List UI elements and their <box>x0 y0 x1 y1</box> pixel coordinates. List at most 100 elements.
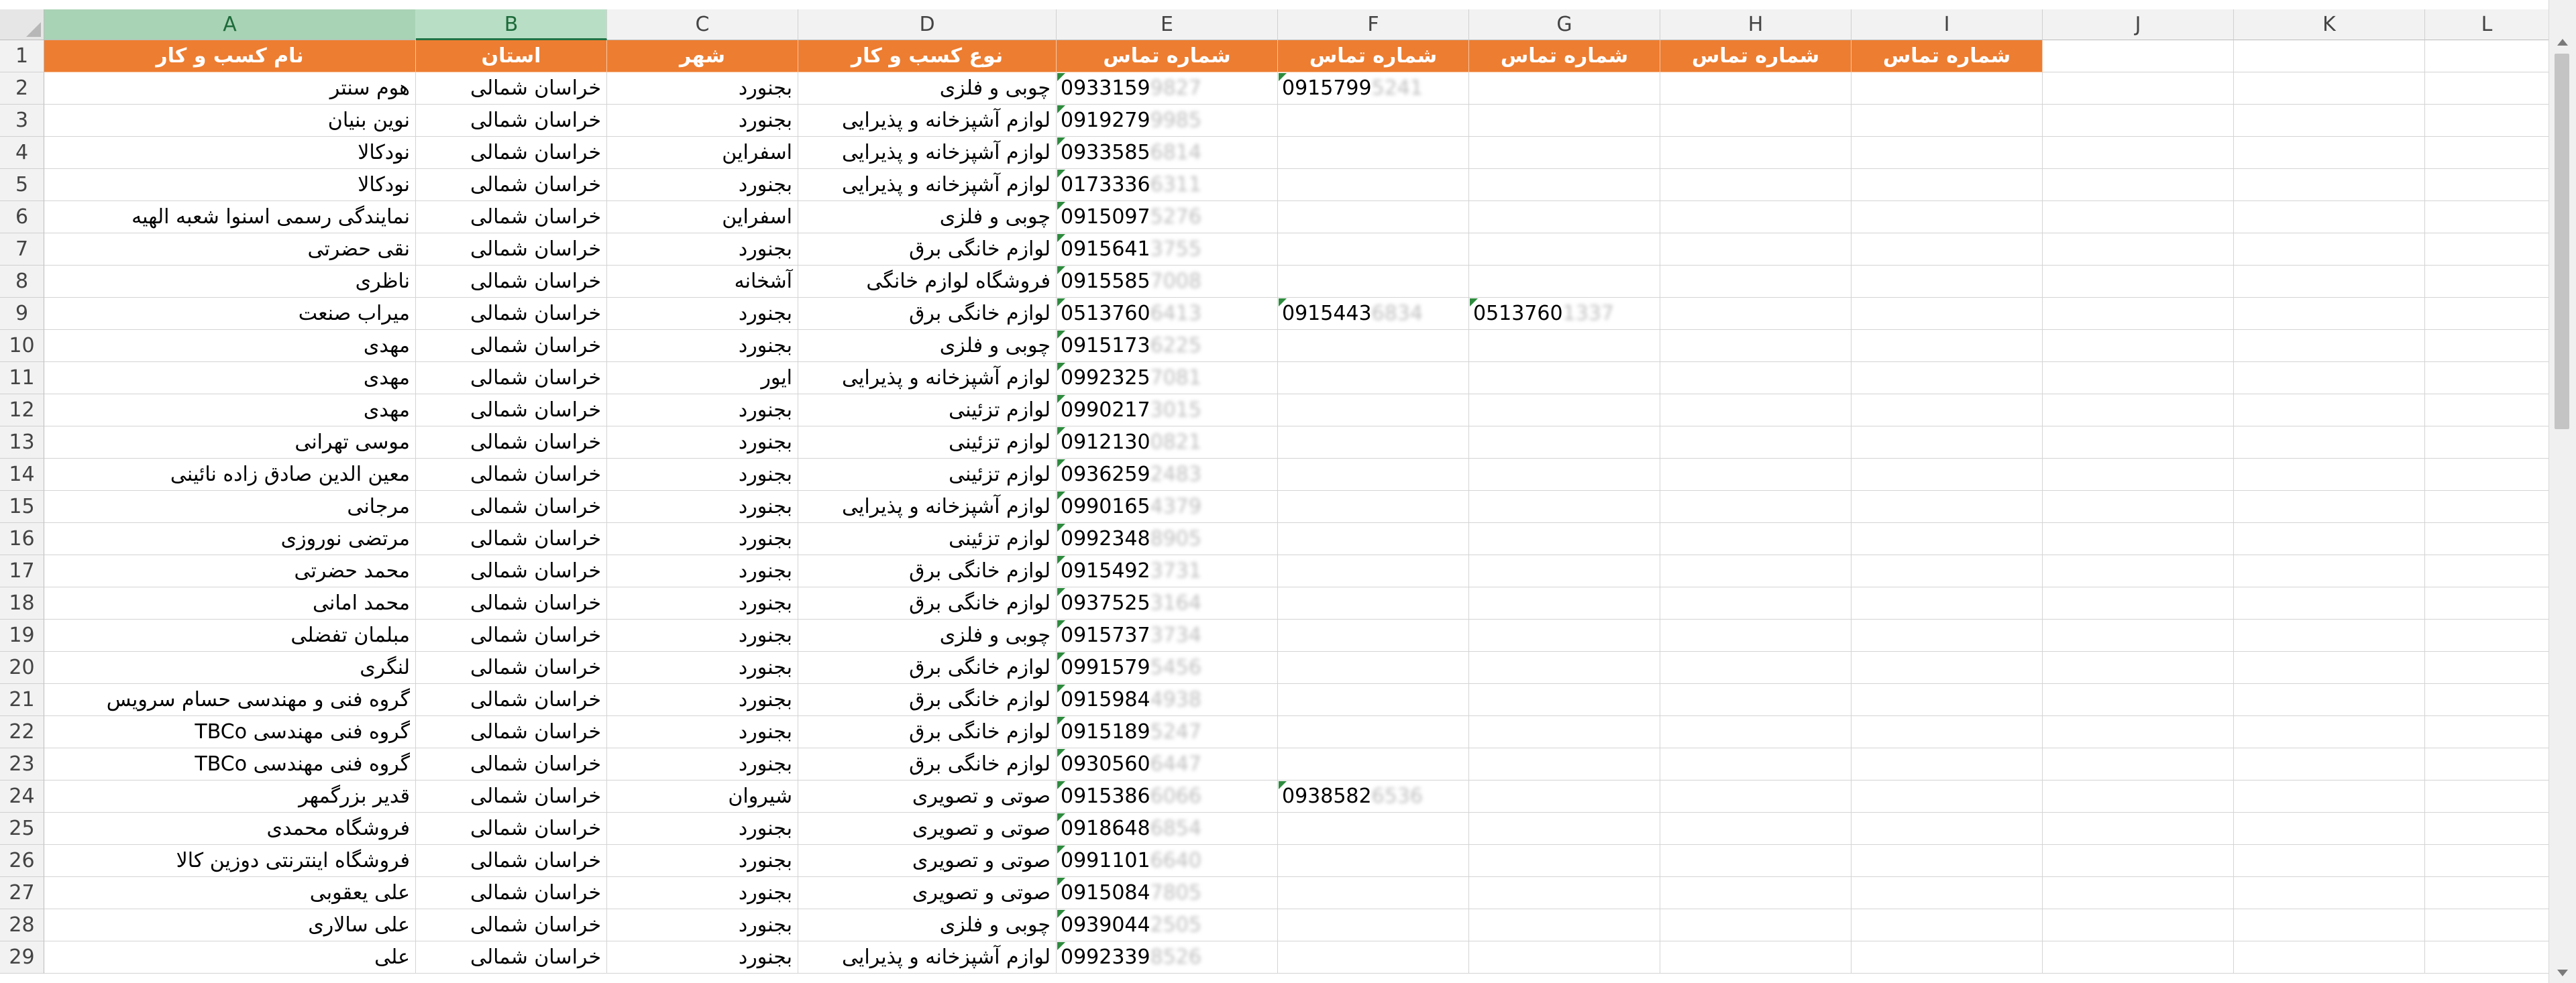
cell[interactable] <box>1851 684 2043 716</box>
cell[interactable] <box>1851 845 2043 877</box>
cell[interactable] <box>1469 491 1660 523</box>
cell[interactable] <box>2425 684 2549 716</box>
cell[interactable] <box>2425 266 2549 298</box>
city-cell[interactable]: بجنورد <box>607 845 798 877</box>
phone-cell[interactable]: 09923257081 <box>1057 362 1278 394</box>
business-name-cell[interactable]: میراب صنعت <box>44 298 416 330</box>
cell[interactable] <box>2234 72 2425 105</box>
cell[interactable] <box>2425 201 2549 233</box>
scroll-thumb[interactable] <box>2555 54 2569 429</box>
header-cell[interactable]: نوع کسب و کار <box>798 40 1057 72</box>
cell[interactable] <box>1660 684 1851 716</box>
column-header-j[interactable]: J <box>2043 9 2234 40</box>
phone-cell[interactable]: 09901654379 <box>1057 491 1278 523</box>
business-name-cell[interactable]: علی سالاری <box>44 909 416 941</box>
cell[interactable] <box>1660 330 1851 362</box>
cell[interactable] <box>1660 748 1851 780</box>
cell[interactable] <box>1851 298 2043 330</box>
business-name-cell[interactable]: مرجانی <box>44 491 416 523</box>
vertical-scrollbar[interactable] <box>2548 0 2576 983</box>
cell[interactable] <box>1469 362 1660 394</box>
column-header-g[interactable]: G <box>1469 9 1660 40</box>
cell[interactable] <box>2043 652 2234 684</box>
cell[interactable] <box>2425 426 2549 459</box>
cell[interactable] <box>2425 909 2549 941</box>
city-cell[interactable]: بجنورد <box>607 587 798 620</box>
province-cell[interactable]: خراسان شمالی <box>416 201 607 233</box>
business-name-cell[interactable]: نودکالا <box>44 137 416 169</box>
city-cell[interactable]: بجنورد <box>607 652 798 684</box>
cell[interactable] <box>2234 652 2425 684</box>
cell[interactable] <box>1660 233 1851 266</box>
header-cell[interactable]: نام کسب و کار <box>44 40 416 72</box>
phone-cell[interactable]: 09331599827 <box>1057 72 1278 105</box>
city-cell[interactable]: شیروان <box>607 780 798 813</box>
city-cell[interactable]: اسفراین <box>607 201 798 233</box>
cell[interactable] <box>1851 652 2043 684</box>
cell[interactable] <box>1851 813 2043 845</box>
province-cell[interactable]: خراسان شمالی <box>416 459 607 491</box>
row-header[interactable]: 4 <box>0 137 44 169</box>
cell[interactable] <box>1851 362 2043 394</box>
row-header[interactable]: 28 <box>0 909 44 941</box>
province-cell[interactable]: خراسان شمالی <box>416 877 607 909</box>
row-header[interactable]: 5 <box>0 169 44 201</box>
business-name-cell[interactable]: گروه فنی مهندسی TBCo <box>44 716 416 748</box>
business-name-cell[interactable]: مهدی <box>44 394 416 426</box>
cell[interactable] <box>1469 780 1660 813</box>
cell[interactable] <box>1851 941 2043 974</box>
row-header[interactable]: 11 <box>0 362 44 394</box>
city-cell[interactable]: بجنورد <box>607 394 798 426</box>
cell[interactable] <box>2425 298 2549 330</box>
city-cell[interactable]: ایور <box>607 362 798 394</box>
business-type-cell[interactable]: لوازم تزئینی <box>798 426 1057 459</box>
cell[interactable] <box>2425 652 2549 684</box>
cell[interactable] <box>1278 716 1469 748</box>
header-cell[interactable]: شماره تماس <box>1057 40 1278 72</box>
phone-cell[interactable]: 05137606413 <box>1057 298 1278 330</box>
cell[interactable] <box>1469 555 1660 587</box>
cell[interactable] <box>1851 620 2043 652</box>
cell[interactable] <box>1660 523 1851 555</box>
province-cell[interactable]: خراسان شمالی <box>416 394 607 426</box>
business-name-cell[interactable]: محمد حضرتی <box>44 555 416 587</box>
business-type-cell[interactable]: لوازم آشپزخانه و پذیرایی <box>798 137 1057 169</box>
cell[interactable] <box>1469 233 1660 266</box>
cell[interactable] <box>2043 523 2234 555</box>
province-cell[interactable]: خراسان شمالی <box>416 330 607 362</box>
cell[interactable] <box>1660 491 1851 523</box>
row-header[interactable]: 1 <box>0 40 44 72</box>
cell[interactable] <box>2043 426 2234 459</box>
cell[interactable] <box>2425 169 2549 201</box>
cell[interactable] <box>1469 72 1660 105</box>
province-cell[interactable]: خراسان شمالی <box>416 426 607 459</box>
city-cell[interactable]: بجنورد <box>607 748 798 780</box>
city-cell[interactable]: بجنورد <box>607 813 798 845</box>
business-name-cell[interactable]: نودکالا <box>44 169 416 201</box>
column-header-h[interactable]: H <box>1660 9 1851 40</box>
cell[interactable] <box>2043 169 2234 201</box>
cell[interactable] <box>2425 555 2549 587</box>
business-name-cell[interactable]: قدیر بزرگمهر <box>44 780 416 813</box>
city-cell[interactable]: بجنورد <box>607 716 798 748</box>
cell[interactable] <box>1660 652 1851 684</box>
cell[interactable] <box>1660 813 1851 845</box>
row-header[interactable]: 19 <box>0 620 44 652</box>
cell[interactable] <box>2425 137 2549 169</box>
cell[interactable] <box>2425 233 2549 266</box>
business-type-cell[interactable]: صوتی و تصویری <box>798 877 1057 909</box>
province-cell[interactable]: خراسان شمالی <box>416 780 607 813</box>
cell[interactable] <box>1278 587 1469 620</box>
phone-cell[interactable]: 09157995241 <box>1278 72 1469 105</box>
cell[interactable] <box>2043 330 2234 362</box>
business-type-cell[interactable]: لوازم آشپزخانه و پذیرایی <box>798 362 1057 394</box>
phone-cell[interactable]: 09121300821 <box>1057 426 1278 459</box>
business-type-cell[interactable]: فروشگاه لوازم خانگی <box>798 266 1057 298</box>
province-cell[interactable]: خراسان شمالی <box>416 748 607 780</box>
cell[interactable] <box>1278 233 1469 266</box>
row-header[interactable]: 14 <box>0 459 44 491</box>
cell[interactable] <box>1278 684 1469 716</box>
row-header[interactable]: 17 <box>0 555 44 587</box>
cell[interactable] <box>2043 201 2234 233</box>
province-cell[interactable]: خراسان شمالی <box>416 652 607 684</box>
